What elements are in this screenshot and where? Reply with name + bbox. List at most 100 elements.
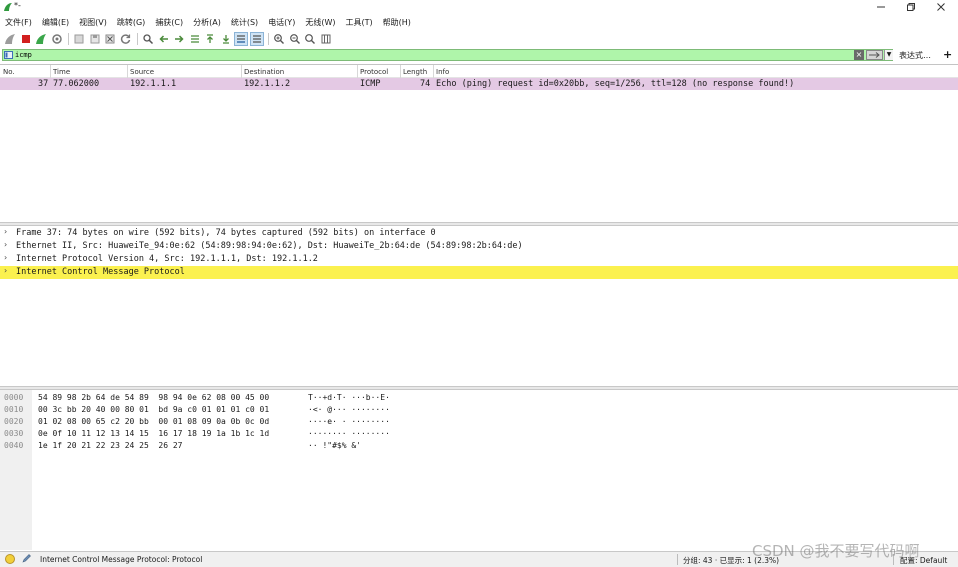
save-file-button[interactable]	[88, 32, 102, 46]
apply-filter-button[interactable]	[866, 50, 883, 60]
tree-item-ethernet[interactable]: › Ethernet II, Src: HuaweiTe_94:0e:62 (5…	[0, 240, 958, 253]
packet-row[interactable]: 37 77.062000 192.1.1.1 192.1.1.2 ICMP 74…	[0, 78, 958, 90]
column-header-time[interactable]: Time	[53, 68, 70, 76]
close-icon	[937, 3, 945, 11]
menu-wireless[interactable]: 无线(W)	[305, 17, 335, 28]
capture-options-button[interactable]	[50, 32, 64, 46]
tree-item-frame[interactable]: › Frame 37: 74 bytes on wire (592 bits),…	[0, 227, 958, 240]
zoom-in-icon	[274, 33, 284, 44]
menu-tools[interactable]: 工具(T)	[345, 17, 372, 28]
bookmark-icon[interactable]	[4, 51, 13, 59]
go-to-packet-icon	[190, 34, 199, 43]
tree-item-label: Internet Control Message Protocol	[16, 267, 185, 277]
expand-arrow-icon[interactable]: ›	[4, 253, 12, 262]
column-divider[interactable]	[50, 65, 51, 78]
capture-comment-icon[interactable]	[21, 553, 32, 564]
clear-filter-button[interactable]: ×	[854, 50, 864, 60]
column-divider[interactable]	[433, 65, 434, 78]
expand-arrow-icon[interactable]: ›	[4, 240, 12, 249]
display-filter-input[interactable]	[15, 50, 845, 60]
stop-capture-button[interactable]	[19, 32, 33, 46]
resize-columns-button[interactable]	[319, 32, 333, 46]
column-header-protocol[interactable]: Protocol	[360, 68, 388, 76]
expression-button[interactable]: 表达式…	[899, 50, 931, 61]
column-header-destination[interactable]: Destination	[244, 68, 284, 76]
menu-help[interactable]: 帮助(H)	[383, 17, 411, 28]
normal-size-icon	[305, 33, 315, 44]
go-to-packet-button[interactable]	[188, 32, 202, 46]
byte-ascii: ·<· @··· ········	[308, 405, 390, 414]
go-forward-button[interactable]	[172, 32, 186, 46]
go-back-button[interactable]	[157, 32, 171, 46]
colorize-button[interactable]	[249, 31, 264, 46]
byte-ascii: ····e· · ········	[308, 417, 390, 426]
menu-file[interactable]: 文件(F)	[5, 17, 32, 28]
tree-item-ipv4[interactable]: › Internet Protocol Version 4, Src: 192.…	[0, 253, 958, 266]
menu-edit[interactable]: 编辑(E)	[42, 17, 69, 28]
restore-button[interactable]	[896, 0, 926, 14]
auto-scroll-icon	[237, 34, 245, 43]
find-packet-button[interactable]	[141, 32, 155, 46]
open-file-icon	[74, 34, 84, 43]
byte-ascii: ·· !"#$% &'	[308, 441, 361, 450]
main-toolbar	[0, 30, 958, 47]
auto-scroll-button[interactable]	[234, 31, 248, 46]
column-header-length[interactable]: Length	[403, 68, 427, 76]
minimize-icon	[877, 6, 885, 8]
byte-hex: 01 02 08 00 65 c2 20 bb 00 01 08 09 0a 0…	[38, 417, 270, 426]
tree-item-label: Frame 37: 74 bytes on wire (592 bits), 7…	[16, 228, 436, 238]
expand-arrow-icon[interactable]: ›	[4, 266, 12, 275]
reload-button[interactable]	[119, 32, 133, 46]
restore-icon	[907, 3, 915, 11]
add-filter-button[interactable]: +	[943, 48, 952, 61]
zoom-out-button[interactable]	[288, 32, 302, 46]
display-filter-field: × ▼	[2, 49, 893, 61]
minimize-button[interactable]	[866, 0, 896, 14]
menu-statistics[interactable]: 统计(S)	[231, 17, 258, 28]
menu-capture[interactable]: 捕获(C)	[155, 17, 183, 28]
byte-ascii: T··+d·T· ···b··E·	[308, 393, 390, 402]
close-button[interactable]	[926, 0, 956, 14]
open-file-button[interactable]	[72, 32, 86, 46]
go-last-button[interactable]	[219, 32, 233, 46]
byte-offset: 0030	[4, 429, 24, 438]
menu-analyze[interactable]: 分析(A)	[193, 17, 221, 28]
clear-x-icon: ×	[855, 50, 863, 59]
column-header-source[interactable]: Source	[130, 68, 154, 76]
toolbar-separator	[68, 32, 69, 45]
column-divider[interactable]	[400, 65, 401, 78]
column-divider[interactable]	[357, 65, 358, 78]
menu-view[interactable]: 视图(V)	[79, 17, 107, 28]
watermark: CSDN @我不要写代码啊	[752, 542, 920, 560]
normal-size-button[interactable]	[303, 32, 317, 46]
zoom-in-button[interactable]	[272, 32, 286, 46]
expand-arrow-icon[interactable]: ›	[4, 227, 12, 236]
go-first-button[interactable]	[203, 32, 217, 46]
toolbar-separator	[268, 32, 269, 45]
tree-item-icmp[interactable]: › Internet Control Message Protocol	[0, 266, 958, 279]
column-divider[interactable]	[127, 65, 128, 78]
menu-telephony[interactable]: 电话(Y)	[268, 17, 295, 28]
restart-capture-button[interactable]	[34, 32, 48, 46]
menu-go[interactable]: 跳转(G)	[117, 17, 145, 28]
chevron-down-icon: ▼	[886, 51, 892, 58]
packet-no: 37	[38, 79, 49, 89]
go-last-icon	[222, 34, 229, 44]
expert-info-icon[interactable]	[5, 554, 15, 564]
column-divider[interactable]	[241, 65, 242, 78]
close-file-icon	[105, 34, 115, 43]
close-file-button[interactable]	[103, 32, 117, 46]
tree-item-label: Internet Protocol Version 4, Src: 192.1.…	[16, 254, 318, 264]
column-header-no[interactable]: No.	[3, 68, 15, 76]
packet-source: 192.1.1.1	[130, 79, 177, 89]
byte-offset: 0000	[4, 393, 24, 402]
packet-info: Echo (ping) request id=0x20bb, seq=1/256…	[436, 79, 795, 89]
start-capture-button[interactable]	[3, 32, 17, 46]
packet-details-pane: › Frame 37: 74 bytes on wire (592 bits),…	[0, 226, 958, 386]
byte-hex: 1e 1f 20 21 22 23 24 25 26 27	[38, 441, 183, 450]
toolbar-separator	[137, 32, 138, 45]
filter-history-dropdown[interactable]: ▼	[884, 50, 893, 60]
column-header-info[interactable]: Info	[436, 68, 449, 76]
go-forward-icon	[175, 34, 184, 43]
zoom-out-icon	[289, 33, 300, 44]
